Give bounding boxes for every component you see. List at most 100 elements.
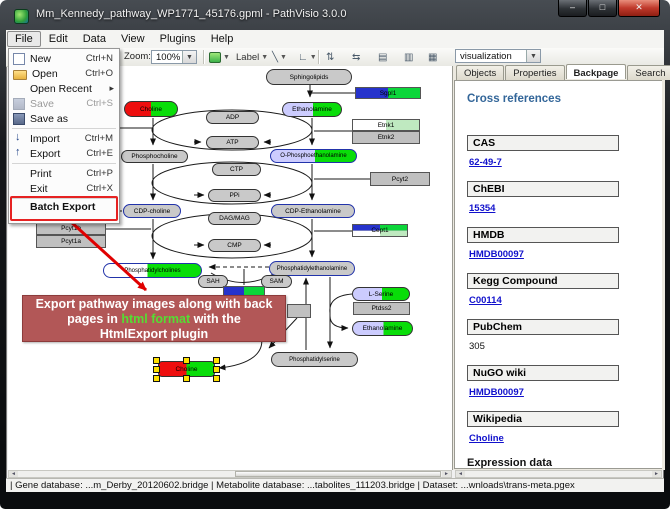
stack-horizontal-button[interactable]: ▥ xyxy=(404,50,413,65)
node-ethanolamine-top[interactable]: Ethanolamine xyxy=(282,102,342,117)
node-choline-top[interactable]: Choline xyxy=(124,101,178,117)
file-menu-item-batch-export[interactable]: Batch Export xyxy=(9,199,119,214)
backpage-link[interactable]: 62-49-7 xyxy=(469,157,662,167)
menu-help[interactable]: Help xyxy=(204,32,241,46)
align-vertical-center-button[interactable]: ⇅ xyxy=(326,50,334,65)
file-menu: New Ctrl+N Open Ctrl+O Open Recent Save … xyxy=(8,48,120,224)
backpage-link[interactable]: Choline xyxy=(469,433,662,443)
node-cdp-ethanolamine[interactable]: CDP-Ethanolamine xyxy=(271,204,355,218)
node-sphingolipids[interactable]: Sphingolipids xyxy=(266,69,352,85)
stack-vertical-icon: ▤ xyxy=(378,52,387,63)
file-menu-item-new[interactable]: New Ctrl+N xyxy=(9,51,119,66)
tab-backpage[interactable]: Backpage xyxy=(566,64,627,79)
menu-view[interactable]: View xyxy=(114,32,152,46)
align-horizontal-center-button[interactable]: ⇆ xyxy=(352,50,360,65)
menu-edit[interactable]: Edit xyxy=(42,32,75,46)
backpage-link[interactable]: HMDB00097 xyxy=(469,387,662,397)
file-menu-item-open[interactable]: Open Ctrl+O xyxy=(9,66,119,81)
selection-handle[interactable] xyxy=(153,357,160,364)
menu-data[interactable]: Data xyxy=(76,32,113,46)
tab-properties[interactable]: Properties xyxy=(505,65,564,80)
scroll-right-icon[interactable]: ► xyxy=(652,471,661,477)
file-menu-item-open-recent[interactable]: Open Recent xyxy=(9,81,119,96)
section-header: HMDB xyxy=(467,227,619,243)
selection-handle[interactable] xyxy=(183,375,190,382)
connector-tool-icon: ∟ xyxy=(298,52,308,63)
line-tool-icon: ╲ xyxy=(272,52,278,63)
backpage-section-wikipedia: Wikipedia Choline xyxy=(467,411,662,443)
file-menu-item-print[interactable]: Print Ctrl+P xyxy=(9,166,119,181)
node-l-serine[interactable]: L-Serine xyxy=(352,287,410,301)
section-header: PubChem xyxy=(467,319,619,335)
node-atp[interactable]: ATP xyxy=(206,136,259,149)
backpage-link[interactable]: C00114 xyxy=(469,295,662,305)
node-ppi[interactable]: PPi xyxy=(208,189,261,202)
selection-handle[interactable] xyxy=(153,375,160,382)
distribute-vertical-icon: ▦ xyxy=(428,52,437,63)
section-header: Kegg Compound xyxy=(467,273,619,289)
zoom-combobox[interactable]: 100% ▼ xyxy=(151,50,197,64)
close-icon[interactable]: ✕ xyxy=(618,0,660,17)
node-dag[interactable]: DAG/MAG xyxy=(208,212,261,225)
node-cmp[interactable]: CMP xyxy=(208,239,261,252)
panel-horizontal-scrollbar[interactable]: ◄ ► xyxy=(455,470,662,478)
node-cept1[interactable]: Cept1 xyxy=(352,224,408,237)
annotation-callout: Export pathway images along with back pa… xyxy=(22,295,286,342)
statusbar: | Gene database: ...m_Derby_20120602.bri… xyxy=(6,478,664,492)
node-ctp[interactable]: CTP xyxy=(212,163,261,176)
node-phosphatidylcholines[interactable]: Phosphatidylcholines xyxy=(103,263,202,278)
scrollbar-thumb[interactable] xyxy=(235,471,441,477)
save-as-icon xyxy=(13,113,25,125)
menubar: File Edit Data View Plugins Help xyxy=(6,30,664,49)
cross-references-heading: Cross references xyxy=(467,93,662,105)
menu-file[interactable]: File xyxy=(7,31,41,47)
node-ptdss2[interactable]: Ptdss2 xyxy=(353,302,410,315)
label-tool-button[interactable]: Label▼ xyxy=(236,50,268,65)
visualization-combobox[interactable]: visualization ▼ xyxy=(455,49,541,63)
file-menu-item-import[interactable]: Import Ctrl+M xyxy=(9,131,119,146)
maximize-icon[interactable]: □ xyxy=(588,0,617,17)
datanode-tool-button[interactable]: ▼ xyxy=(209,50,230,65)
menu-plugins[interactable]: Plugins xyxy=(153,32,203,46)
node-ethanolamine-bottom[interactable]: Ethanolamine xyxy=(352,321,413,336)
file-menu-item-export[interactable]: Export Ctrl+E xyxy=(9,146,119,161)
stack-vertical-button[interactable]: ▤ xyxy=(378,50,387,65)
selection-handle[interactable] xyxy=(213,357,220,364)
selection-handle[interactable] xyxy=(183,357,190,364)
node-phosphatidylserine[interactable]: Phosphatidylserine xyxy=(271,352,358,367)
node-pcyt1a[interactable]: Pcyt1a xyxy=(36,235,106,248)
connector-tool-button[interactable]: ∟▼ xyxy=(298,50,317,65)
file-menu-item-save-as[interactable]: Save as xyxy=(9,111,119,126)
scroll-left-icon[interactable]: ◄ xyxy=(9,471,18,477)
node-phosphatidylethanolamine[interactable]: Phosphatidylethanolamine xyxy=(269,261,355,276)
scroll-right-icon[interactable]: ► xyxy=(442,471,451,477)
backpage-link[interactable]: HMDB00097 xyxy=(469,249,662,259)
canvas-horizontal-scrollbar[interactable]: ◄ ► xyxy=(8,470,452,478)
selection-handle[interactable] xyxy=(213,366,220,373)
node-pcyt2[interactable]: Pcyt2 xyxy=(370,172,430,186)
file-menu-item-exit[interactable]: Exit Ctrl+X xyxy=(9,181,119,196)
node-o-phosphoethanolamine[interactable]: O-Phosphoethanolamine xyxy=(270,149,357,163)
node-etnk2[interactable]: Etnk2 xyxy=(352,131,420,144)
scroll-left-icon[interactable]: ◄ xyxy=(456,471,465,477)
node-cdp-choline[interactable]: CDP-choline xyxy=(123,204,181,218)
datanode-tool-icon xyxy=(209,52,221,63)
tab-objects[interactable]: Objects xyxy=(456,65,504,80)
node-sgpl1[interactable]: Sgpl1 xyxy=(355,87,421,99)
selection-handle[interactable] xyxy=(153,366,160,373)
node-phosphocholine[interactable]: Phosphocholine xyxy=(121,150,188,163)
distribute-vertical-button[interactable]: ▦ xyxy=(428,50,437,65)
line-tool-button[interactable]: ╲▼ xyxy=(272,50,287,65)
minimize-icon[interactable]: – xyxy=(558,0,587,17)
node-sam[interactable]: SAM xyxy=(261,275,292,288)
menu-item-label: New xyxy=(30,53,86,65)
align-vertical-center-icon: ⇅ xyxy=(326,52,334,63)
backpage-link[interactable]: 15354 xyxy=(469,203,662,213)
node-etnk1[interactable]: Etnk1 xyxy=(352,119,420,131)
dropdown-arrow-icon[interactable]: ▼ xyxy=(182,51,196,63)
node-adp[interactable]: ADP xyxy=(206,111,259,124)
selection-handle[interactable] xyxy=(213,375,220,382)
tab-search[interactable]: Search xyxy=(627,65,670,80)
dropdown-arrow-icon[interactable]: ▼ xyxy=(526,50,540,62)
node-gene-box-partial[interactable] xyxy=(287,304,311,318)
